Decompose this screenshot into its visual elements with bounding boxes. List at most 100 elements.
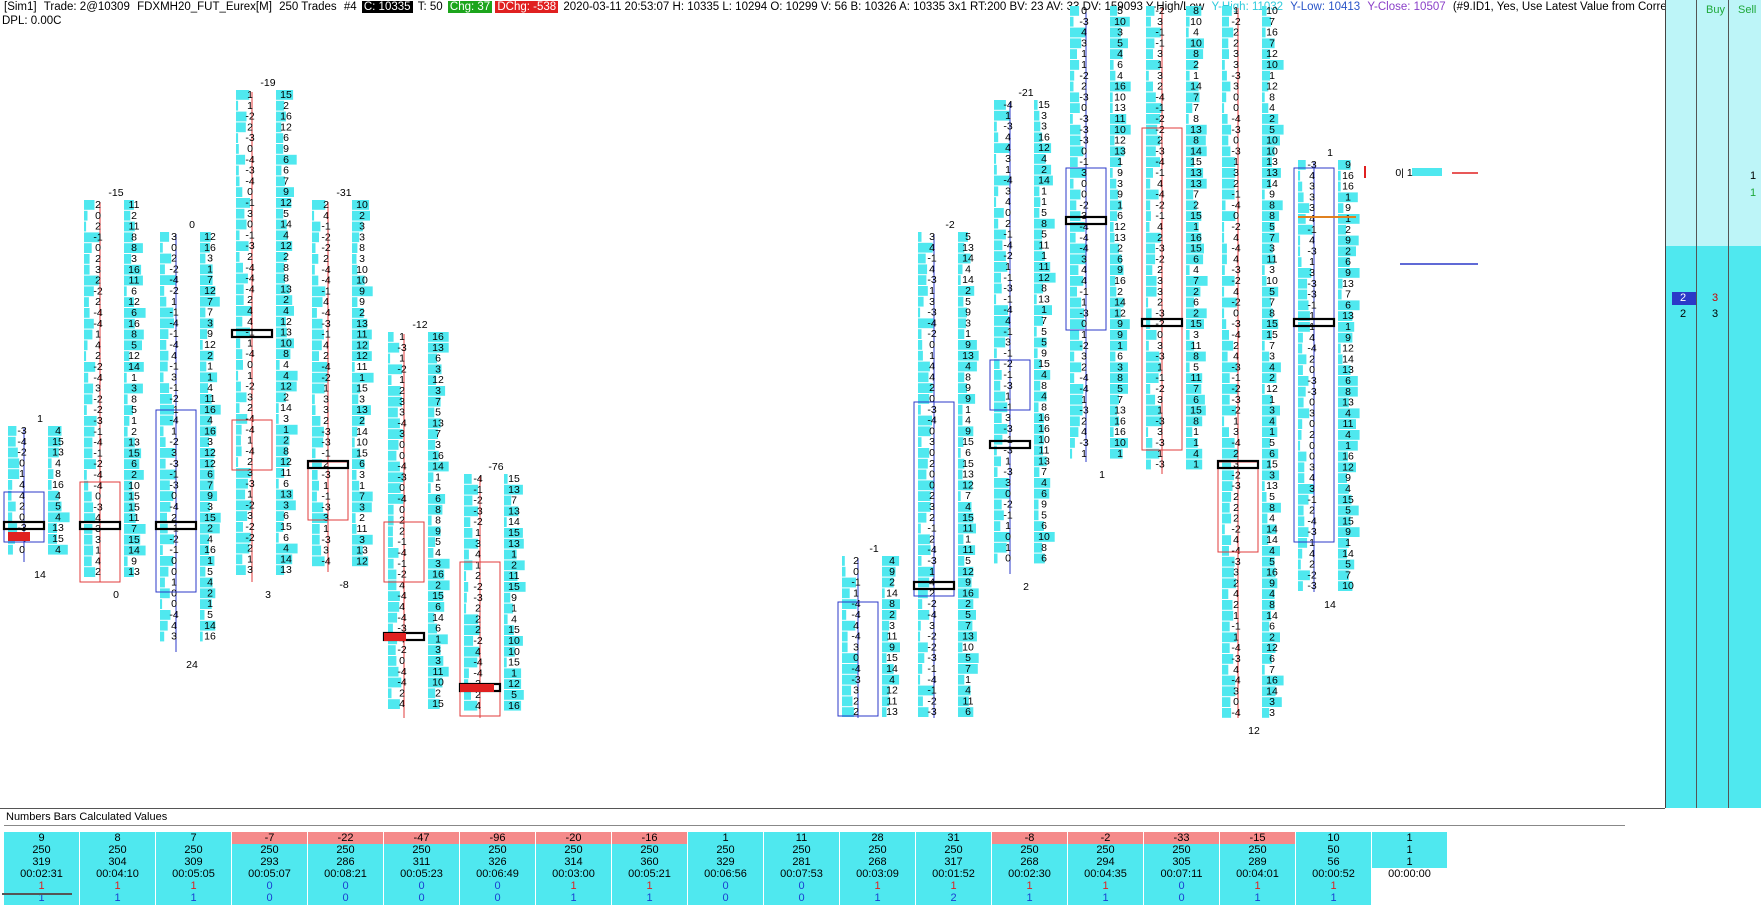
volume-cell: 6 — [1041, 553, 1047, 565]
bid-volume-bar — [1298, 343, 1303, 354]
bid-volume-bar — [1146, 319, 1151, 329]
bid-volume-bar — [918, 674, 921, 685]
bid-volume-bar — [1298, 505, 1304, 516]
bid-volume-bar — [464, 636, 474, 646]
bid-volume-bar — [1298, 278, 1308, 289]
bid-volume-bar — [1222, 524, 1225, 535]
bid-volume-bar — [1222, 664, 1229, 675]
bid-volume-bar — [1298, 408, 1310, 419]
grid-cell-r5: 1 — [190, 892, 197, 904]
ask-volume-bar — [1034, 197, 1041, 207]
bid-volume-bar — [1222, 643, 1230, 653]
bid-volume-bar — [1222, 394, 1230, 405]
bid-volume-bar — [84, 340, 88, 351]
bid-volume-bar — [1222, 232, 1225, 243]
bid-volume-bar — [1298, 214, 1306, 224]
bid-volume-bar — [1298, 462, 1305, 473]
bar-delta-label-top: -15 — [108, 187, 123, 199]
bid-volume-bar — [842, 566, 846, 577]
bid-volume-bar — [918, 329, 922, 339]
bid-volume-bar — [236, 446, 242, 457]
bid-volume-bar — [160, 631, 165, 642]
bid-volume-bar — [994, 154, 997, 164]
ask-volume-bar — [352, 394, 359, 405]
ask-volume-bar — [352, 243, 358, 253]
bid-volume-bar — [994, 337, 1006, 348]
bid-volume-bar — [388, 558, 394, 569]
bid-volume-bar — [312, 297, 323, 307]
bid-volume-bar — [236, 565, 246, 575]
ask-volume-bar — [276, 478, 279, 489]
bid-volume-bar — [236, 424, 242, 435]
bid-volume-bar — [994, 467, 998, 477]
bid-volume-bar — [160, 372, 164, 383]
grid-cell-r5: 0 — [342, 892, 349, 904]
ask-volume-bar — [200, 566, 206, 577]
ask-volume-bar — [200, 361, 207, 372]
resize-handle[interactable] — [2, 893, 72, 895]
bid-volume-bar — [842, 696, 853, 707]
ask-volume-bar — [1034, 294, 1037, 305]
volume-cell: 16 — [508, 700, 520, 712]
bar-delta-label-top: -19 — [260, 77, 275, 89]
bid-volume-bar — [1298, 257, 1302, 267]
bid-volume-bar — [994, 456, 1001, 467]
ask-volume-bar — [1110, 351, 1116, 362]
ask-volume-bar — [958, 329, 965, 339]
grid-cell-r5: 0 — [266, 892, 273, 904]
ask-volume-bar — [1186, 114, 1189, 124]
bid-volume-bar — [918, 264, 928, 275]
bid-volume-bar — [84, 502, 94, 513]
bid-volume-bar — [236, 208, 245, 219]
bid-volume-bar — [1222, 351, 1228, 362]
footprint-chart[interactable]: -34-415-2130418416442504-313-41504211022… — [0, 0, 1665, 808]
ask-volume-bar — [958, 296, 964, 307]
ask-volume-bar — [1186, 265, 1190, 275]
ask-volume-bar — [958, 404, 963, 415]
ask-volume-bar — [124, 286, 127, 297]
sell-column-header[interactable]: Sell — [1738, 4, 1756, 16]
bid-volume-bar — [842, 631, 848, 642]
ask-volume-bar — [958, 415, 963, 426]
dom-bid-size: 2 — [1680, 292, 1687, 304]
bid-volume-bar — [1070, 38, 1082, 49]
bar-delta-label-top: -2 — [945, 219, 954, 231]
grid-cell-r5: 1 — [114, 892, 121, 904]
bid-volume-bar — [312, 405, 316, 415]
ask-volume-bar — [200, 307, 206, 318]
bar-delta-label-top: 1 — [37, 413, 43, 425]
bid-volume-bar — [1070, 200, 1077, 211]
bid-volume-bar — [160, 588, 170, 599]
bar-delta-label-top: -1 — [869, 543, 878, 555]
bid-volume-bar — [160, 350, 169, 361]
bar-delta-label-bottom: 14 — [1324, 599, 1336, 611]
ask-volume-bar — [1186, 27, 1189, 38]
volume-cell: 12 — [356, 555, 368, 567]
ask-volume-bar — [352, 254, 357, 264]
bid-volume-bar — [236, 165, 239, 176]
bid-volume-bar — [1298, 235, 1301, 246]
bid-volume-bar — [1070, 351, 1075, 362]
bid-volume-bar — [1222, 81, 1231, 92]
bid-volume-bar — [918, 275, 927, 285]
ask-volume-bar — [1412, 168, 1442, 176]
ask-volume-bar — [428, 483, 431, 493]
ask-volume-bar — [1110, 60, 1114, 70]
bid-volume-bar — [1070, 232, 1076, 243]
bid-volume-bar — [84, 405, 87, 415]
bid-volume-bar — [1222, 319, 1227, 329]
bid-volume-bar — [1146, 38, 1155, 49]
ask-volume-bar — [428, 407, 435, 418]
bid-volume-bar — [918, 642, 928, 653]
bid-volume-bar — [918, 631, 921, 642]
bid-ask-delta-cell: -4 — [321, 555, 330, 567]
ask-volume-bar — [1186, 16, 1190, 27]
bid-volume-bar — [8, 512, 13, 523]
bid-volume-bar — [1070, 92, 1080, 103]
bid-ask-delta-cell: 3 — [171, 631, 177, 643]
bid-volume-bar — [1222, 254, 1227, 265]
buy-column-header[interactable]: Buy — [1706, 4, 1725, 16]
ask-volume-bar — [124, 372, 127, 383]
bid-volume-bar — [1298, 386, 1306, 397]
dom-side-panel[interactable]: Buy Sell 1 1 2 3 2 3 — [1665, 0, 1761, 808]
